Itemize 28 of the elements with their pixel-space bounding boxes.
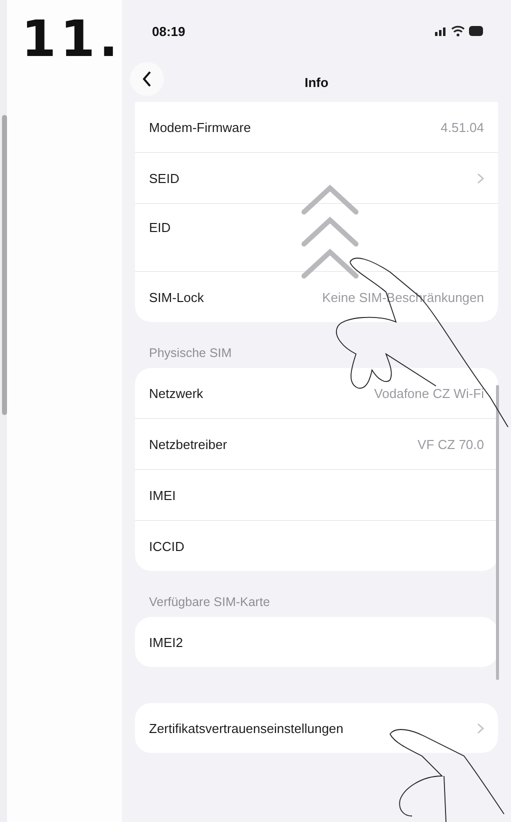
back-chevron-icon [142,71,152,87]
row-label: SEID [149,170,180,186]
settings-row[interactable]: EID [135,203,498,271]
row-label: IMEI2 [149,634,183,650]
back-button[interactable] [130,62,164,96]
settings-row[interactable]: SEID [135,152,498,203]
row-label: Zertifikatsvertrauenseinstellungen [149,720,344,736]
settings-row[interactable]: Zertifikatsvertrauenseinstellungen [135,703,498,753]
section-header: Verfügbare SIM-Karte [148,594,271,611]
row-label: EID [149,220,171,235]
page-title: Info [304,74,328,90]
row-label: SIM-Lock [149,290,204,304]
row-value: Vodafone CZ Wi-Fi [374,386,484,400]
swipe-up-arrow-icon [302,184,358,278]
settings-row[interactable]: IMEI2 [135,617,498,667]
row-label: Modem-Firmware [149,120,251,134]
row-label: IMEI [149,488,176,502]
row-label: Netzbetreiber [149,436,228,452]
row-label: ICCID [149,538,184,554]
status-icons [435,24,485,38]
settings-row[interactable]: Modem-Firmware 4.51.04 [135,102,498,152]
row-value: 4.51.04 [440,120,484,134]
section-header: Physische SIM [148,345,233,362]
row-value: VF CZ 70.0 [418,436,484,452]
step-number: 11. [21,14,122,64]
status-time: 08:19 [152,24,186,38]
settings-row[interactable]: Netzwerk Vodafone CZ Wi-Fi [135,368,498,418]
row-label: Netzwerk [149,386,204,400]
